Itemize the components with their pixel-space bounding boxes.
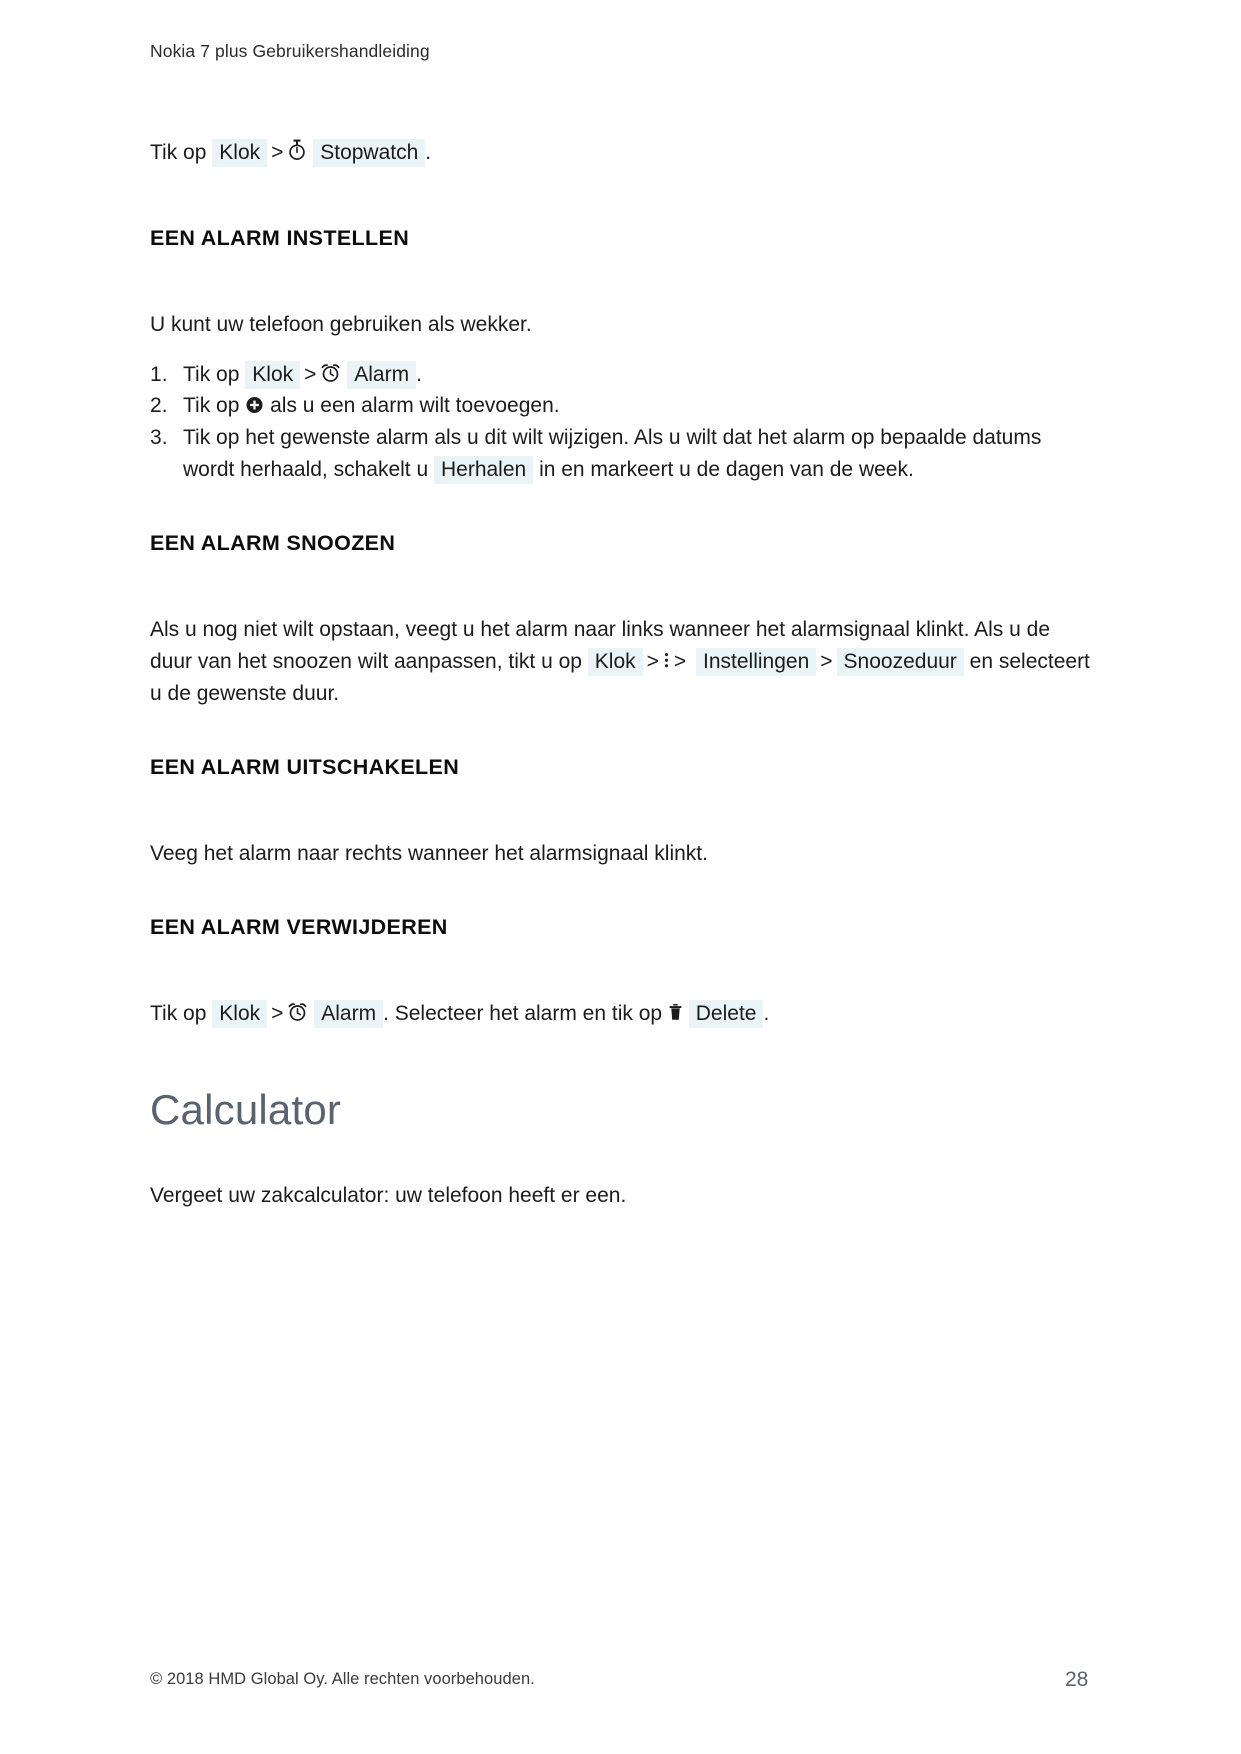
ui-token-stopwatch[interactable]: Stopwatch [313,138,426,167]
list-item: Tik op het gewenste alarm als u dit wilt… [150,422,1095,486]
breadcrumb-separator: > [271,1001,284,1025]
set-alarm-intro: U kunt uw telefoon gebruiken als wekker. [150,312,532,336]
page-content: Nokia 7 plus Gebruikershandleiding Tik o… [150,40,1095,1212]
breadcrumb-separator: > [646,649,659,673]
list-item: Tik op Klok > Alarm. [150,359,1095,391]
heading-set-alarm: EEN ALARM INSTELLEN [150,225,410,250]
ui-token-instellingen[interactable]: Instellingen [696,647,817,676]
ui-token-klok[interactable]: Klok [587,647,643,676]
breadcrumb-separator: > [271,140,284,164]
running-header: Nokia 7 plus Gebruikershandleiding [150,41,430,61]
list-item: Tik op als u een alarm wilt toevoegen. [150,390,1095,422]
alarm-clock-icon [287,1001,308,1022]
delete-alarm-body: Tik op Klok > Alarm. Selecteer het alarm … [150,998,1095,1030]
footer-copyright: © 2018 HMD Global Oy. Alle rechten voorb… [150,1670,535,1688]
heading-snooze-alarm: EEN ALARM SNOOZEN [150,531,396,556]
ui-token-herhalen[interactable]: Herhalen [433,456,534,485]
delete-lead-text: Tik op [150,1001,207,1025]
heading-delete-alarm: EEN ALARM VERWIJDEREN [150,914,448,939]
step2-lead-text: Tik op [183,394,240,418]
ui-token-klok[interactable]: Klok [212,138,268,167]
breadcrumb-separator: > [673,649,687,673]
delete-middle-text: . Selecteer het alarm en tik op [383,1001,663,1025]
ui-token-alarm[interactable]: Alarm [347,360,417,389]
stopwatch-lead-text: Tik op [150,140,207,164]
step3-text-part-2: in en markeert u de dagen van de week. [539,458,914,482]
turn-off-alarm-body: Veeg het alarm naar rechts wanneer het a… [150,841,708,865]
document-page: Nokia 7 plus Gebruikershandleiding Tik o… [0,0,1241,1754]
ui-token-klok[interactable]: Klok [212,999,268,1028]
ui-token-klok[interactable]: Klok [245,360,301,389]
ui-token-alarm[interactable]: Alarm [314,999,384,1028]
ui-token-delete[interactable]: Delete [688,999,764,1028]
alarm-clock-icon [320,362,341,383]
step2-tail-text: als u een alarm wilt toevoegen. [270,394,560,418]
page-title: Calculator [150,1086,342,1134]
trash-icon [668,1002,683,1022]
more-vert-icon [663,650,670,670]
footer-page-number: 28 [1065,1668,1089,1691]
delete-trailing-period: . [763,1001,770,1025]
ui-token-snoozeduur[interactable]: Snoozeduur [836,647,964,676]
stopwatch-instruction: Tik op Klok > Stopwatch. [150,137,1095,169]
breadcrumb-separator: > [304,362,317,386]
calculator-body: Vergeet uw zakcalculator: uw telefoon he… [150,1183,627,1207]
stopwatch-trailing-period: . [425,140,432,164]
stopwatch-icon [287,139,307,161]
snooze-alarm-body: Als u nog niet wilt opstaan, veegt u het… [150,614,1095,710]
breadcrumb-separator: > [820,649,833,673]
step1-lead-text: Tik op [183,362,240,386]
heading-turn-off-alarm: EEN ALARM UITSCHAKELEN [150,754,460,779]
plus-circle-icon [245,395,264,414]
step1-trailing-period: . [416,362,422,386]
set-alarm-steps: Tik op Klok > Alarm. Tik op als u een ala… [150,359,1095,487]
